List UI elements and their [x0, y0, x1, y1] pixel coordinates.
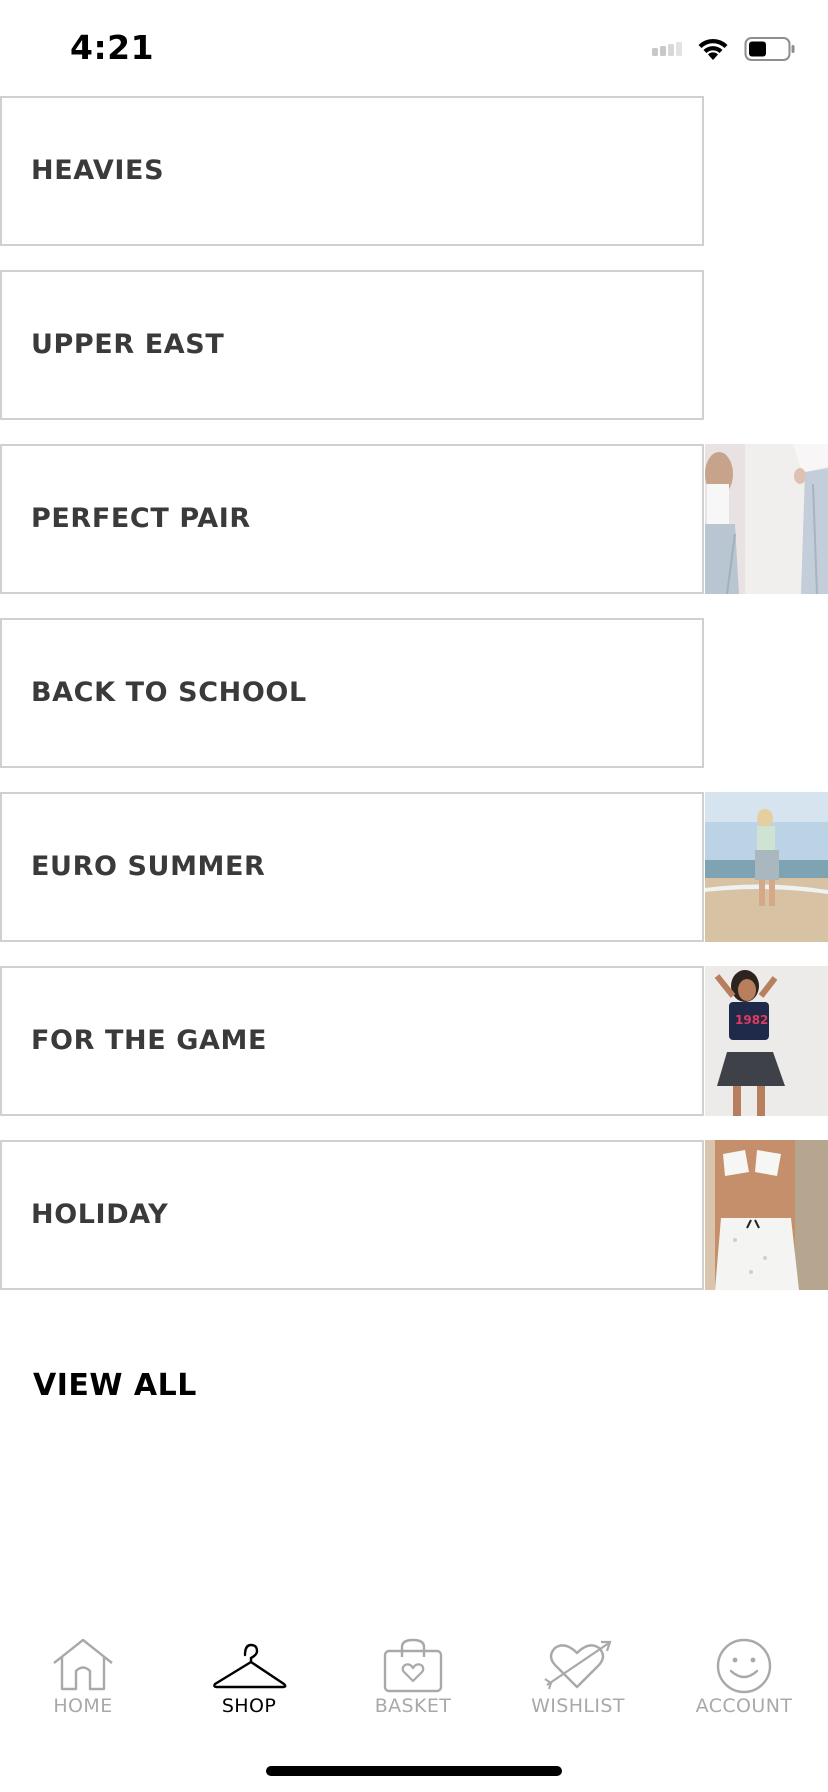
- tab-label: SHOP: [221, 1695, 277, 1717]
- category-image-perfect-pair[interactable]: [705, 444, 828, 594]
- tab-label: ACCOUNT: [695, 1695, 793, 1717]
- category-row-upper-east[interactable]: UPPER EAST: [0, 270, 828, 420]
- status-indicators: [652, 34, 796, 64]
- hanger-icon: [213, 1643, 287, 1689]
- tab-wishlist[interactable]: WISHLIST: [503, 1625, 653, 1725]
- category-label: BACK TO SCHOOL: [31, 677, 307, 708]
- category-row-heavies[interactable]: HEAVIES: [0, 96, 828, 246]
- smiley-icon: [716, 1638, 772, 1694]
- category-row-for-the-game[interactable]: FOR THE GAME 1982: [0, 966, 828, 1116]
- cellular-signal-icon: [652, 42, 682, 56]
- view-all-link[interactable]: VIEW ALL: [33, 1368, 197, 1403]
- category-label: EURO SUMMER: [31, 851, 266, 882]
- tab-account[interactable]: ACCOUNT: [669, 1625, 819, 1725]
- svg-text:1982: 1982: [735, 1013, 768, 1027]
- category-label: PERFECT PAIR: [31, 503, 251, 534]
- home-indicator: [266, 1766, 562, 1776]
- category-button-upper-east[interactable]: UPPER EAST: [0, 270, 704, 420]
- status-bar: 4:21: [0, 0, 828, 96]
- category-button-perfect-pair[interactable]: PERFECT PAIR: [0, 444, 704, 594]
- category-row-perfect-pair[interactable]: PERFECT PAIR: [0, 444, 828, 594]
- tab-home[interactable]: HOME: [8, 1625, 158, 1725]
- category-button-holiday[interactable]: HOLIDAY: [0, 1140, 704, 1290]
- category-button-back-to-school[interactable]: BACK TO SCHOOL: [0, 618, 704, 768]
- category-image-for-the-game[interactable]: 1982: [705, 966, 828, 1116]
- wifi-icon: [698, 38, 728, 60]
- category-label: FOR THE GAME: [31, 1025, 268, 1056]
- basket-icon: [383, 1638, 443, 1693]
- status-time: 4:21: [70, 28, 155, 67]
- category-image-euro-summer[interactable]: [705, 792, 828, 942]
- tab-label: BASKET: [374, 1695, 452, 1717]
- category-label: HEAVIES: [31, 155, 165, 186]
- category-button-euro-summer[interactable]: EURO SUMMER: [0, 792, 704, 942]
- category-label: HOLIDAY: [31, 1199, 169, 1230]
- tab-label: HOME: [53, 1695, 113, 1717]
- tab-basket[interactable]: BASKET: [338, 1625, 488, 1725]
- category-row-euro-summer[interactable]: EURO SUMMER: [0, 792, 828, 942]
- battery-icon: [744, 37, 795, 61]
- heart-arrow-icon: [544, 1640, 612, 1690]
- category-row-holiday[interactable]: HOLIDAY: [0, 1140, 828, 1290]
- category-row-back-to-school[interactable]: BACK TO SCHOOL: [0, 618, 828, 768]
- tab-bar: HOME SHOP BASKET WISHLIST ACCOUNT: [0, 1625, 828, 1725]
- category-button-for-the-game[interactable]: FOR THE GAME: [0, 966, 704, 1116]
- tab-shop[interactable]: SHOP: [174, 1625, 324, 1725]
- category-button-heavies[interactable]: HEAVIES: [0, 96, 704, 246]
- tab-label: WISHLIST: [531, 1695, 625, 1717]
- category-image-holiday[interactable]: [705, 1140, 828, 1290]
- home-icon: [53, 1638, 113, 1691]
- category-label: UPPER EAST: [31, 329, 225, 360]
